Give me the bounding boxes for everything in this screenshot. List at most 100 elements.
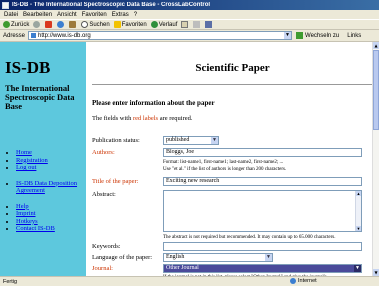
nav-link-hotkeys[interactable]: Hotkeys	[16, 218, 38, 225]
sidebar-item-logout: Log out	[16, 164, 86, 172]
journal-select[interactable]: Other Journal ▼	[163, 264, 362, 273]
sidebar-item-home: Home	[16, 149, 86, 157]
menu-item-help[interactable]: ?	[134, 12, 137, 18]
forward-button[interactable]	[33, 21, 41, 28]
stop-icon	[45, 21, 53, 28]
keywords-label: Keywords:	[92, 243, 121, 250]
chevron-down-icon: ▼	[354, 265, 361, 272]
sidebar-item-contact: Contact IS-DB	[16, 225, 86, 233]
abstract-hint: The abstract is not required but recomme…	[163, 235, 336, 240]
required-note-red: red labels	[132, 115, 159, 122]
edit-icon	[205, 21, 213, 28]
chevron-down-icon: ▼	[265, 254, 272, 261]
nav-link-home[interactable]: Home	[16, 149, 32, 156]
search-icon	[81, 21, 89, 28]
address-input[interactable]: http://www.is-db.org ▼	[28, 31, 293, 40]
refresh-button[interactable]	[57, 21, 65, 28]
go-button[interactable]: Wechseln zu	[296, 32, 339, 39]
menu-item-datei[interactable]: Datei	[4, 12, 18, 18]
menu-item-ansicht[interactable]: Ansicht	[57, 12, 77, 18]
journal-value: Other Journal	[166, 265, 199, 271]
address-url: http://www.is-db.org	[38, 32, 91, 39]
main-content: Scientific Paper Please enter informatio…	[86, 42, 379, 280]
favorites-label: Favoriten	[121, 21, 147, 28]
links-button[interactable]: Links	[347, 33, 361, 39]
zone-label: Internet	[298, 278, 317, 284]
authors-input[interactable]: Bloggs, Joe	[163, 148, 362, 157]
nav-link-registration[interactable]: Registration	[16, 157, 48, 164]
history-icon	[150, 21, 158, 28]
home-button[interactable]	[69, 21, 77, 28]
sidebar-item-registration: Registration	[16, 157, 86, 165]
title-input[interactable]: Exciting new research	[163, 177, 362, 186]
sidebar-item-hotkeys: Hotkeys	[16, 218, 86, 226]
mail-button[interactable]	[181, 21, 189, 28]
back-label: Zurück	[11, 21, 30, 28]
scroll-down-icon[interactable]: ▼	[373, 269, 379, 276]
go-label: Wechseln zu	[305, 32, 340, 39]
site-full-name: The International Spectroscopic Data Bas…	[5, 83, 75, 111]
nav-link-imprint[interactable]: Imprint	[16, 210, 36, 217]
nav-link-logout[interactable]: Log out	[16, 164, 36, 171]
publication-status-select[interactable]: published ▼	[163, 136, 219, 145]
title-divider	[92, 84, 372, 85]
window-title: IS-DB - The International Spectroscopic …	[12, 2, 211, 8]
search-label: Suchen	[89, 21, 110, 28]
browser-toolbar: Zurück Suchen Favoriten Verlauf	[0, 19, 379, 30]
menu-item-extras[interactable]: Extras	[112, 12, 129, 18]
print-icon	[193, 21, 201, 28]
page-scrollbar[interactable]: ▲ ▼	[372, 42, 379, 276]
go-arrow-icon	[296, 32, 304, 39]
browser-icon	[2, 1, 9, 9]
scrollbar-thumb[interactable]	[373, 50, 379, 130]
language-label: Language of the paper:	[92, 254, 153, 261]
form-intro: Please enter information about the paper	[92, 99, 215, 107]
nav-link-help[interactable]: Help	[16, 203, 29, 210]
sidebar-item-help: Help	[16, 203, 86, 211]
menu-item-favoriten[interactable]: Favoriten	[82, 12, 107, 18]
address-label: Adresse	[3, 32, 26, 39]
favorites-icon	[113, 21, 121, 28]
sidebar-nav: Home Registration Log out IS-DB Data Dep…	[7, 149, 86, 233]
address-dropdown-icon[interactable]: ▼	[284, 32, 292, 39]
history-button[interactable]: Verlauf	[150, 21, 178, 28]
keywords-input[interactable]	[163, 242, 362, 251]
scroll-up-icon[interactable]: ▲	[373, 42, 379, 49]
window-titlebar[interactable]: IS-DB - The International Spectroscopic …	[0, 0, 379, 10]
menu-bar: Datei Bearbeiten Ansicht Favoriten Extra…	[0, 10, 379, 19]
print-button[interactable]	[193, 21, 201, 28]
scroll-down-icon[interactable]: ▼	[356, 226, 361, 231]
back-arrow-icon	[3, 21, 10, 28]
page-icon	[31, 33, 37, 38]
abstract-textarea[interactable]: ▲ ▼	[163, 190, 362, 232]
back-button[interactable]: Zurück	[3, 21, 29, 28]
refresh-icon	[57, 21, 65, 28]
stop-button[interactable]	[45, 21, 53, 28]
status-text: Fertig	[3, 278, 18, 285]
globe-icon	[290, 278, 296, 284]
menu-item-bearbeiten[interactable]: Bearbeiten	[23, 12, 52, 18]
nav-link-agreement[interactable]: IS-DB Data Deposition Agreement	[16, 180, 77, 195]
sidebar-item-imprint: Imprint	[16, 210, 86, 218]
nav-link-contact[interactable]: Contact IS-DB	[16, 225, 55, 232]
history-label: Verlauf	[158, 21, 178, 28]
address-bar: Adresse http://www.is-db.org ▼ Wechseln …	[0, 30, 379, 42]
language-select[interactable]: English ▼	[163, 253, 273, 262]
title-label: Title of the paper:	[92, 178, 139, 185]
required-note-pre: The fields with	[92, 115, 133, 122]
scroll-up-icon[interactable]: ▲	[356, 191, 361, 196]
authors-hint-format: Format: list-name1, first-name1; last-na…	[163, 160, 284, 165]
abstract-label: Abstract:	[92, 191, 116, 198]
security-zone: Internet	[290, 278, 317, 284]
authors-label: Authors:	[92, 149, 115, 156]
language-value: English	[166, 254, 185, 260]
sidebar: IS-DB The International Spectroscopic Da…	[0, 42, 86, 276]
search-button[interactable]: Suchen	[81, 21, 110, 28]
home-icon	[69, 21, 77, 28]
authors-hint-etal: Use "et al." if the list of authors is l…	[163, 167, 287, 172]
abstract-scrollbar[interactable]: ▲ ▼	[355, 191, 361, 231]
publication-status-value: published	[166, 137, 190, 143]
mail-icon	[181, 21, 189, 28]
edit-button[interactable]	[205, 21, 213, 28]
favorites-button[interactable]: Favoriten	[113, 21, 147, 28]
